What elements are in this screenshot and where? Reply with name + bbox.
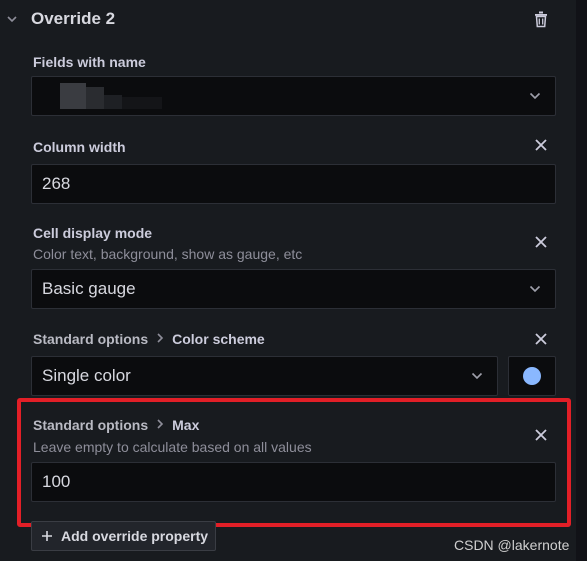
close-icon bbox=[535, 139, 547, 151]
column-width-input[interactable]: 268 bbox=[31, 164, 556, 204]
color-scheme-value: Single color bbox=[42, 366, 131, 385]
cell-display-mode-label: Cell display mode bbox=[33, 225, 153, 241]
close-icon bbox=[535, 236, 547, 248]
max-breadcrumb: Standard options Max bbox=[33, 417, 199, 433]
plus-icon bbox=[42, 531, 52, 541]
chevron-right-icon bbox=[156, 417, 164, 433]
trash-icon bbox=[535, 11, 547, 28]
redacted-value-mask-3 bbox=[104, 95, 122, 109]
chevron-down-icon bbox=[471, 369, 483, 383]
remove-column-width-button[interactable] bbox=[534, 138, 548, 157]
redacted-value-mask-4 bbox=[122, 97, 162, 109]
chevron-right-icon bbox=[156, 331, 164, 347]
add-override-property-button[interactable]: Add override property bbox=[31, 521, 216, 551]
remove-color-scheme-button[interactable] bbox=[534, 332, 548, 351]
fields-with-name-select[interactable] bbox=[31, 76, 556, 116]
column-width-label: Column width bbox=[33, 139, 126, 155]
delete-override-button[interactable] bbox=[532, 10, 550, 33]
cell-display-mode-description: Color text, background, show as gauge, e… bbox=[33, 246, 303, 262]
redacted-value-mask-2 bbox=[86, 87, 104, 109]
chevron-down-icon bbox=[529, 282, 541, 296]
max-crumb-child: Max bbox=[172, 417, 200, 433]
chevron-down-icon bbox=[529, 89, 541, 103]
max-input[interactable]: 100 bbox=[31, 462, 556, 502]
cell-display-mode-select[interactable]: Basic gauge bbox=[31, 269, 556, 309]
add-override-property-label: Add override property bbox=[61, 528, 209, 544]
color-scheme-breadcrumb: Standard options Color scheme bbox=[33, 331, 265, 347]
color-swatch bbox=[523, 367, 541, 385]
override-title: Override 2 bbox=[31, 9, 116, 28]
color-scheme-crumb-parent: Standard options bbox=[33, 331, 149, 347]
color-picker-button[interactable] bbox=[508, 356, 556, 396]
cell-display-mode-value: Basic gauge bbox=[42, 279, 136, 298]
fields-with-name-label: Fields with name bbox=[33, 54, 146, 70]
close-icon bbox=[535, 333, 547, 345]
close-icon bbox=[535, 429, 547, 441]
redacted-value-mask bbox=[60, 83, 86, 109]
color-scheme-select[interactable]: Single color bbox=[31, 356, 498, 396]
remove-max-button[interactable] bbox=[534, 428, 548, 447]
max-value: 100 bbox=[42, 472, 71, 491]
collapse-override-toggle[interactable] bbox=[6, 10, 18, 33]
remove-cell-display-mode-button[interactable] bbox=[534, 235, 548, 254]
max-crumb-parent: Standard options bbox=[33, 417, 149, 433]
column-width-value: 268 bbox=[42, 174, 71, 193]
max-description: Leave empty to calculate based on all va… bbox=[33, 439, 312, 455]
watermark: CSDN @lakernote bbox=[454, 537, 570, 553]
chevron-down-icon bbox=[7, 16, 17, 23]
scroll-gutter bbox=[576, 0, 587, 561]
color-scheme-crumb-child: Color scheme bbox=[172, 331, 265, 347]
